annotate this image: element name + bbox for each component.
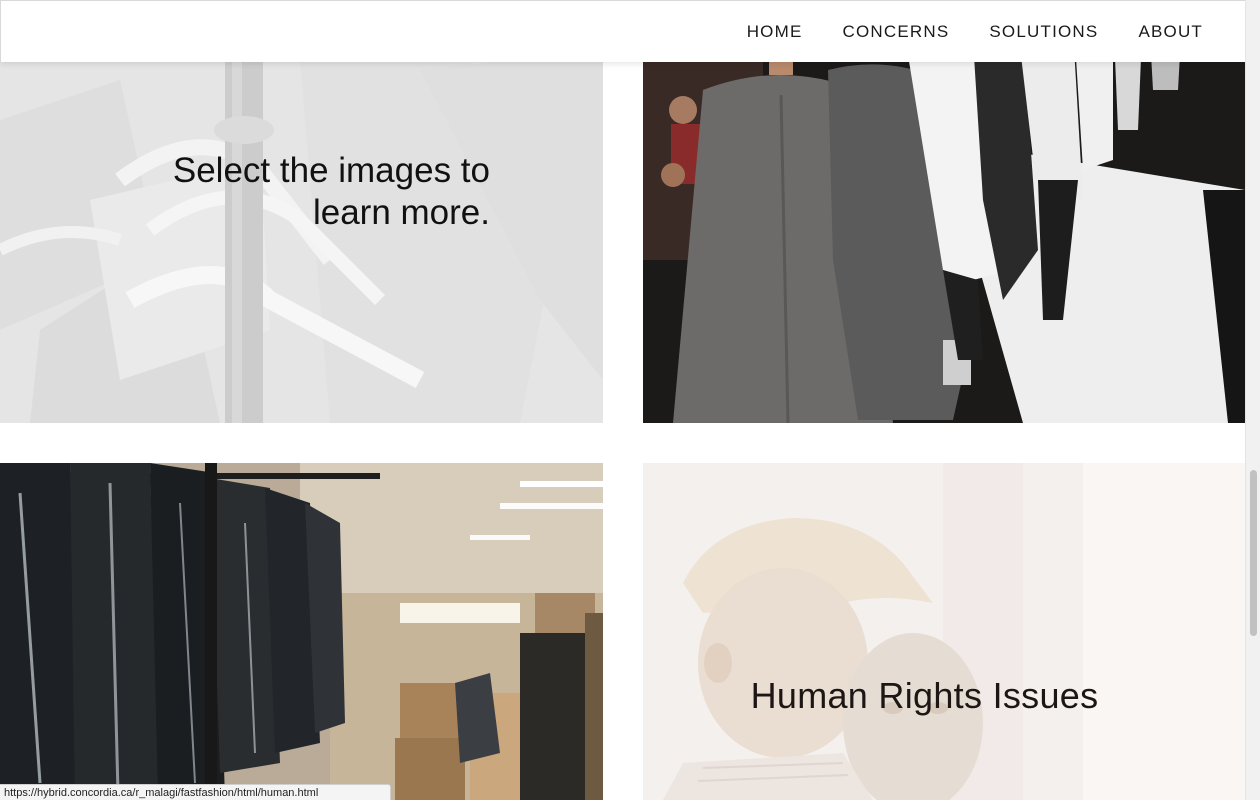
intro-line-1: Select the images to — [172, 151, 490, 190]
vertical-scrollbar[interactable] — [1245, 0, 1260, 800]
main-nav: HOME CONCERNS SOLUTIONS ABOUT — [747, 1, 1203, 63]
human-rights-caption: Human Rights Issues — [750, 675, 1099, 716]
status-bar-url: https://hybrid.concordia.ca/r_malagi/fas… — [0, 784, 392, 800]
intro-line-2: learn more. — [312, 193, 490, 232]
nav-solutions-link[interactable]: SOLUTIONS — [989, 22, 1098, 42]
human-rights-image-link[interactable]: Human Rights Issues — [643, 463, 1245, 800]
intro-tile: Select the images to learn more. — [0, 0, 603, 423]
runway-image-link[interactable] — [643, 0, 1245, 423]
top-navigation-bar: HOME CONCERNS SOLUTIONS ABOUT — [0, 0, 1245, 62]
intro-text: Select the images to learn more. — [60, 150, 490, 234]
page: Select the images to learn more. Human R… — [0, 0, 1260, 800]
warehouse-photo — [0, 463, 603, 800]
nav-concerns-link[interactable]: CONCERNS — [843, 22, 950, 42]
scrollbar-thumb[interactable] — [1250, 470, 1257, 636]
nav-about-link[interactable]: ABOUT — [1138, 22, 1203, 42]
nav-home-link[interactable]: HOME — [747, 22, 803, 42]
runway-photo — [643, 0, 1245, 423]
mannequins-photo — [643, 463, 1245, 800]
warehouse-image-link[interactable] — [0, 463, 603, 800]
